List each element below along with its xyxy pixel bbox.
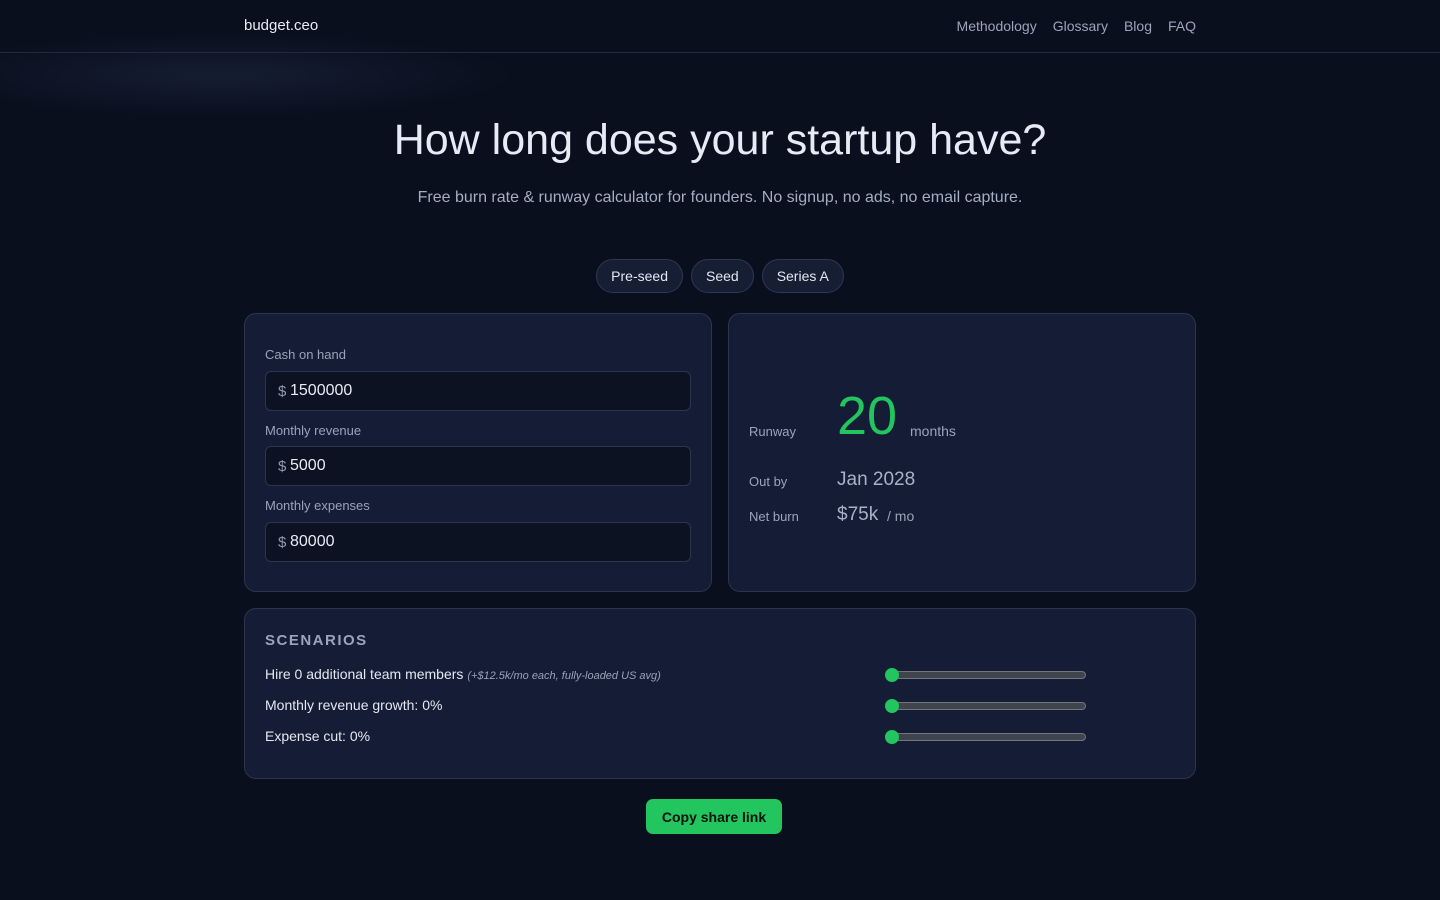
inputs-card: Cash on hand $ Monthly revenue $ Monthly… (244, 313, 712, 592)
out-by-label: Out by (749, 474, 788, 489)
expenses-label: Monthly expenses (265, 498, 370, 513)
cash-input[interactable] (290, 372, 680, 410)
stage-presets: Pre-seed Seed Series A (0, 259, 1440, 293)
scenario-text-hires: Hire 0 additional team members (265, 666, 464, 682)
net-burn-label: Net burn (749, 509, 799, 524)
brand-logo-link[interactable]: budget.ceo (244, 17, 318, 34)
revenue-input[interactable] (290, 447, 680, 485)
revenue-field-wrapper: $ (265, 446, 691, 486)
page-title: How long does your startup have? (393, 116, 1047, 164)
page-subtitle: Free burn rate & runway calculator for f… (417, 189, 1023, 206)
scenario-row-expense-cut: Expense cut: 0% (265, 727, 1177, 747)
scenario-text-revenue-growth: Monthly revenue growth: 0% (265, 697, 443, 713)
main-nav: Methodology Glossary Blog FAQ (957, 18, 1196, 34)
currency-symbol: $ (278, 383, 287, 400)
revenue-label: Monthly revenue (265, 423, 362, 438)
hires-slider[interactable] (885, 667, 1086, 683)
slider-track (886, 733, 1086, 741)
nav-link-methodology[interactable]: Methodology (957, 18, 1037, 34)
slider-thumb[interactable] (885, 668, 899, 682)
cash-label: Cash on hand (265, 347, 346, 362)
nav-link-blog[interactable]: Blog (1124, 18, 1152, 34)
expenses-field-wrapper: $ (265, 522, 691, 562)
scenario-note-hires: (+$12.5k/mo each, fully-loaded US avg) (467, 670, 661, 682)
top-navbar: budget.ceo Methodology Glossary Blog FAQ (0, 0, 1440, 53)
slider-thumb[interactable] (885, 699, 899, 713)
net-burn-value: $75k (837, 504, 879, 525)
scenarios-card: SCENARIOS Hire 0 additional team members… (244, 608, 1196, 779)
runway-label: Runway (749, 424, 796, 439)
expenses-input[interactable] (290, 523, 680, 561)
preset-pre-seed-button[interactable]: Pre-seed (596, 259, 683, 293)
runway-value: 20 (837, 386, 898, 446)
preset-seed-button[interactable]: Seed (690, 259, 754, 293)
scenario-text-expense-cut: Expense cut: 0% (265, 728, 371, 744)
currency-symbol: $ (278, 458, 287, 475)
net-burn-unit: / mo (887, 508, 915, 524)
copy-share-link-button[interactable]: Copy share link (646, 799, 782, 834)
slider-track (886, 671, 1086, 679)
preset-series-a-button[interactable]: Series A (761, 259, 844, 293)
out-by-value: Jan 2028 (837, 469, 916, 490)
nav-link-faq[interactable]: FAQ (1168, 18, 1196, 34)
runway-unit: months (910, 423, 956, 439)
revenue-growth-slider[interactable] (885, 698, 1086, 714)
nav-link-glossary[interactable]: Glossary (1053, 18, 1108, 34)
cash-field-wrapper: $ (265, 371, 691, 411)
slider-thumb[interactable] (885, 730, 899, 744)
scenario-row-revenue-growth: Monthly revenue growth: 0% (265, 696, 1177, 716)
scenario-row-hires: Hire 0 additional team members (+$12.5k/… (265, 665, 1177, 685)
expense-cut-slider[interactable] (885, 729, 1086, 745)
currency-symbol: $ (278, 534, 287, 551)
slider-track (886, 702, 1086, 710)
results-card: Runway 20 months Out by Jan 2028 Net bur… (728, 313, 1196, 592)
scenario-label-hires: Hire 0 additional team members (+$12.5k/… (265, 666, 661, 682)
scenarios-title: SCENARIOS (265, 632, 368, 649)
